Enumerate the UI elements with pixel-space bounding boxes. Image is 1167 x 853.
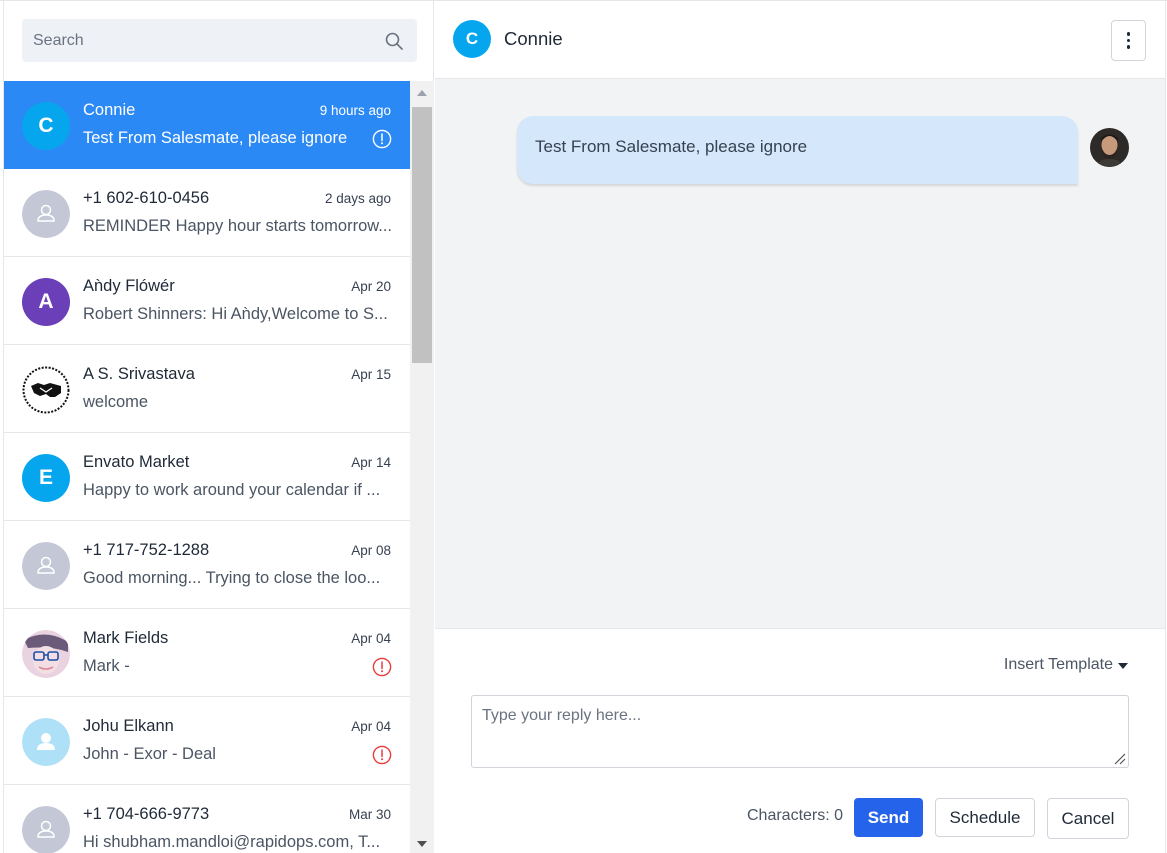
conversation-preview: REMINDER Happy hour starts tomorrow... xyxy=(83,217,393,235)
schedule-button[interactable]: Schedule xyxy=(935,798,1035,837)
message-thread: Test From Salesmate, please ignore xyxy=(435,79,1165,628)
conversation-preview: Hi shubham.mandloi@rapidops.com, T... xyxy=(83,833,381,851)
reply-composer: Insert Template Characters: 0 Send Sched… xyxy=(435,628,1165,853)
conversation-name: +1 704-666-9773 xyxy=(83,805,210,823)
conversation-name: Envato Market xyxy=(83,453,190,471)
insert-template-dropdown[interactable]: Insert Template xyxy=(1004,656,1128,674)
scrollbar-thumb[interactable] xyxy=(412,107,432,363)
conversation-avatar xyxy=(22,806,70,853)
conversation-timestamp: 2 days ago xyxy=(324,191,391,206)
conversation-avatar xyxy=(22,630,70,678)
conversation-timestamp: Apr 20 xyxy=(351,279,391,294)
conversation-preview: Test From Salesmate, please ignore xyxy=(83,129,348,147)
search-icon[interactable] xyxy=(384,31,404,51)
conversation-avatar: C xyxy=(22,102,70,150)
more-options-button[interactable] xyxy=(1111,20,1146,61)
conversation-item[interactable]: C Connie 9 hours ago Test From Salesmate, p… xyxy=(4,81,410,169)
scroll-up-arrow-icon[interactable] xyxy=(417,90,427,96)
conversation-avatar xyxy=(22,190,70,238)
conversation-avatar xyxy=(22,718,70,766)
conversation-item[interactable]: +1 717-752-1288 Apr 08 Good morning... Try… xyxy=(4,521,410,609)
conversation-timestamp: Mar 30 xyxy=(348,807,391,822)
conversation-avatar xyxy=(22,366,70,414)
conversation-name: Mark Fields xyxy=(83,629,169,647)
conversation-list: C Connie 9 hours ago Test From Salesmate, p… xyxy=(4,81,410,853)
cancel-button[interactable]: Cancel xyxy=(1047,798,1129,839)
conversation-name: +1 717-752-1288 xyxy=(83,541,210,559)
kebab-dot-icon xyxy=(1126,45,1131,49)
conversation-item[interactable]: A S. Srivastava Apr 15 welcome xyxy=(4,345,410,433)
conversation-timestamp: Apr 15 xyxy=(351,367,391,382)
conversation-timestamp: Apr 04 xyxy=(351,719,391,734)
kebab-dot-icon xyxy=(1126,38,1131,43)
kebab-dot-icon xyxy=(1126,32,1131,36)
conversation-preview: John - Exor - Deal xyxy=(83,745,216,763)
conversation-preview: welcome xyxy=(83,393,149,411)
outgoing-message-bubble: Test From Salesmate, please ignore xyxy=(517,116,1078,184)
conversation-name: A S. Srivastava xyxy=(83,365,195,383)
conversation-item[interactable]: A Aǹdy Flówér Apr 20 Robert Shinners: Hi Aǹ… xyxy=(4,257,410,345)
conversation-preview: Happy to work around your calendar if ..… xyxy=(83,481,381,499)
conversation-item[interactable]: E Envato Market Apr 14 Happy to work around… xyxy=(4,433,410,521)
conversation-item[interactable]: Johu Elkann Apr 04 John - Exor - Deal xyxy=(4,697,410,785)
send-button[interactable]: Send xyxy=(854,798,923,837)
conversation-name: Aǹdy Flówér xyxy=(83,277,175,295)
chat-panel: C Connie Test From Salesmate, please ign… xyxy=(435,1,1166,853)
conversation-avatar: A xyxy=(22,278,70,326)
caret-down-icon xyxy=(1118,662,1128,669)
conversation-item[interactable]: Mark Fields Apr 04 Mark - xyxy=(4,609,410,697)
conversation-item[interactable]: +1 704-666-9773 Mar 30 Hi shubham.mandloi@… xyxy=(4,785,410,853)
contact-name: Connie xyxy=(504,28,563,49)
sender-avatar xyxy=(1090,128,1129,167)
conversation-panel: C Connie 9 hours ago Test From Salesmate, p… xyxy=(3,1,434,853)
conversation-preview: Robert Shinners: Hi Aǹdy,Welcome to S... xyxy=(83,305,388,323)
conversation-name: Johu Elkann xyxy=(83,717,174,735)
conversation-avatar xyxy=(22,542,70,590)
conversation-timestamp: Apr 04 xyxy=(351,631,391,646)
scroll-down-arrow-icon[interactable] xyxy=(417,841,427,847)
resize-grip-icon[interactable] xyxy=(1113,752,1126,765)
conversation-name: Connie xyxy=(83,101,136,119)
conversation-timestamp: 9 hours ago xyxy=(319,103,391,118)
search-box xyxy=(22,19,417,62)
conversation-list-scrollbar[interactable] xyxy=(410,81,434,853)
conversation-timestamp: Apr 08 xyxy=(351,543,391,558)
chat-header: C Connie xyxy=(435,1,1165,79)
contact-avatar: C xyxy=(453,20,491,58)
conversation-item[interactable]: +1 602-610-0456 2 days ago REMINDER Happy … xyxy=(4,169,410,257)
alert-icon xyxy=(372,657,392,677)
conversation-name: +1 602-610-0456 xyxy=(83,189,210,207)
conversation-avatar: E xyxy=(22,454,70,502)
insert-template-label: Insert Template xyxy=(1003,656,1113,673)
reply-textarea[interactable] xyxy=(471,695,1129,768)
alert-icon xyxy=(372,129,392,149)
conversation-preview: Good morning... Trying to close the loo.… xyxy=(83,569,381,587)
conversation-timestamp: Apr 14 xyxy=(351,455,391,470)
sms-inbox-app: C Connie 9 hours ago Test From Salesmate, p… xyxy=(0,0,1167,853)
character-count: Characters: 0 xyxy=(747,807,844,824)
search-input[interactable] xyxy=(22,19,417,62)
conversation-preview: Mark - xyxy=(83,657,130,675)
alert-icon xyxy=(372,745,392,765)
